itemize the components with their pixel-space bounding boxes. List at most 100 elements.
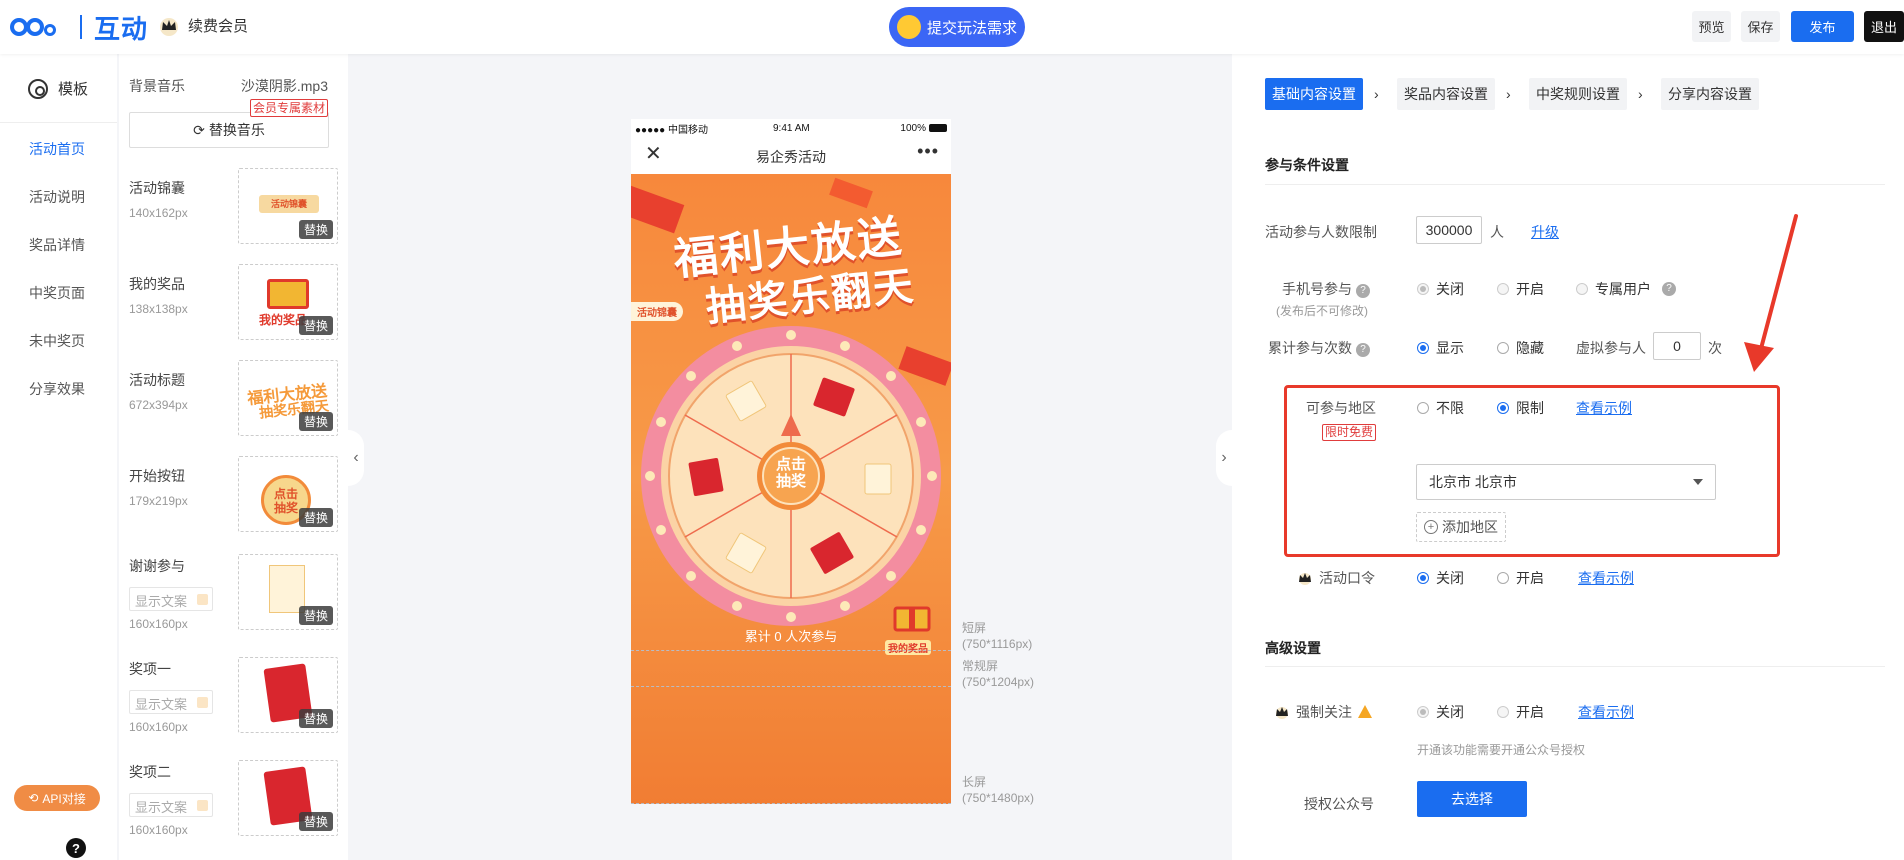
swap-button[interactable]: 替换 xyxy=(298,412,333,431)
help-icon[interactable]: ? xyxy=(66,838,86,858)
help-icon[interactable]: ? xyxy=(1662,282,1676,296)
step-win-rules[interactable]: 中奖规则设置 xyxy=(1529,78,1627,110)
tips-tag[interactable]: 活动锦囊 xyxy=(631,302,683,321)
gift-box-image xyxy=(267,279,309,309)
region-unlimited-radio[interactable]: 不限 xyxy=(1417,398,1464,418)
radio-dot-icon xyxy=(1497,402,1509,414)
phone-participation-note: (发布后不可修改) xyxy=(1276,304,1368,318)
step-arrow-icon: › xyxy=(1374,86,1379,102)
participant-limit-input[interactable]: 300000 xyxy=(1416,216,1482,244)
api-button[interactable]: ⟲ API对接 xyxy=(14,785,100,811)
radio-dot-icon xyxy=(1576,283,1588,295)
upgrade-link[interactable]: 升级 xyxy=(1531,222,1559,242)
resource-thumbnail[interactable]: 替换 xyxy=(238,657,338,733)
nav-item-home[interactable]: 活动首页 xyxy=(29,139,85,159)
swap-button[interactable]: 替换 xyxy=(298,316,333,335)
swap-button[interactable]: 替换 xyxy=(298,220,333,239)
swap-button[interactable]: 替换 xyxy=(298,606,333,625)
radio-label: 关闭 xyxy=(1436,704,1464,720)
long-screen-label: 长屏 (750*1480px) xyxy=(962,774,1034,806)
activity-canvas[interactable]: 福利大放送 抽奖乐翻天 活动锦囊 点击 抽奖 我的奖品 累计 0 人次参与 xyxy=(631,174,951,804)
resource-thumbnail[interactable]: 活动锦囊 替换 xyxy=(238,168,338,244)
password-close-radio[interactable]: 关闭 xyxy=(1417,568,1464,588)
bgm-filename: 沙漠阴影.mp3 xyxy=(240,78,328,94)
count-show-radio[interactable]: 显示 xyxy=(1417,338,1464,358)
radio-dot-icon xyxy=(1417,342,1429,354)
virtual-participants-input[interactable]: 0 xyxy=(1653,332,1701,360)
follow-note: 开通该功能需要开通公众号授权 xyxy=(1417,743,1586,757)
participant-limit-label: 活动参与人数限制 xyxy=(1265,224,1377,240)
swap-button[interactable]: 替换 xyxy=(298,508,333,527)
radio-label: 开启 xyxy=(1516,704,1544,720)
resource-thumbnail[interactable]: 替换 xyxy=(238,760,338,836)
refresh-icon: ⟳ xyxy=(193,121,205,138)
start-draw-button[interactable]: 点击 抽奖 xyxy=(769,456,813,490)
short-screen-guide xyxy=(631,650,951,651)
replace-music-button[interactable]: ⟳ 替换音乐 xyxy=(129,112,329,148)
radio-label: 限制 xyxy=(1516,400,1544,416)
resource-thumbnail[interactable]: 替换 xyxy=(238,554,338,630)
collapse-right-panel-button[interactable]: › xyxy=(1216,430,1232,486)
nav-template[interactable]: 模板 xyxy=(28,78,88,99)
add-region-button[interactable]: + 添加地区 xyxy=(1416,512,1506,542)
swap-button[interactable]: 替换 xyxy=(298,709,333,728)
step-basic-content[interactable]: 基础内容设置 xyxy=(1265,78,1363,110)
more-icon[interactable]: ••• xyxy=(917,141,939,162)
nav-item-description[interactable]: 活动说明 xyxy=(29,187,85,207)
section-divider xyxy=(1265,666,1885,667)
nav-item-prize-details[interactable]: 奖品详情 xyxy=(29,235,85,255)
follow-close-radio[interactable]: 关闭 xyxy=(1417,702,1464,722)
collapse-left-panel-button[interactable]: ‹ xyxy=(348,430,364,486)
region-select[interactable]: 北京市 北京市 xyxy=(1416,464,1716,500)
step-prize-content[interactable]: 奖品内容设置 xyxy=(1397,78,1495,110)
phone-preview: ●●●●● 中国移动 9:41 AM 100% ✕ 易企秀活动 ••• 福利大放… xyxy=(631,119,951,804)
logo[interactable]: 互动 xyxy=(10,12,148,44)
radio-label: 不限 xyxy=(1436,400,1464,416)
preview-button[interactable]: 预览 xyxy=(1692,11,1731,42)
nav-item-share[interactable]: 分享效果 xyxy=(29,379,85,399)
phone-open-radio[interactable]: 开启 xyxy=(1497,279,1544,299)
region-example-link[interactable]: 查看示例 xyxy=(1576,398,1632,418)
resource-thumbnail[interactable]: 我的奖品 替换 xyxy=(238,264,338,340)
bgm-label: 背景音乐 xyxy=(129,78,185,94)
submit-request-button[interactable]: 提交玩法需求 xyxy=(889,7,1025,47)
regular-screen-guide xyxy=(631,686,951,687)
resource-thumbnail[interactable]: 点击 抽奖 替换 xyxy=(238,456,338,532)
follow-open-radio[interactable]: 开启 xyxy=(1497,702,1544,722)
password-open-radio[interactable]: 开启 xyxy=(1497,568,1544,588)
choose-account-button[interactable]: 去选择 xyxy=(1417,781,1527,817)
save-button[interactable]: 保存 xyxy=(1741,11,1780,42)
region-limited-radio[interactable]: 限制 xyxy=(1497,398,1544,418)
nav-item-lose-page[interactable]: 未中奖页 xyxy=(29,331,85,351)
publish-button[interactable]: 发布 xyxy=(1791,11,1854,42)
follow-example-link[interactable]: 查看示例 xyxy=(1578,702,1634,722)
count-hide-radio[interactable]: 隐藏 xyxy=(1497,338,1544,358)
battery-icon xyxy=(929,124,947,132)
api-label: API对接 xyxy=(42,791,86,806)
resource-name: 奖项二 xyxy=(129,764,171,780)
display-text-input[interactable]: 显示文案 xyxy=(129,793,213,817)
resource-item-start-button: 开始按钮 179x219px 点击 抽奖 替换 xyxy=(129,456,338,536)
display-text-input[interactable]: 显示文案 xyxy=(129,690,213,714)
step-share-content[interactable]: 分享内容设置 xyxy=(1661,78,1759,110)
help-icon[interactable]: ? xyxy=(1356,284,1370,298)
resource-name: 活动锦囊 xyxy=(129,180,185,196)
help-icon[interactable]: ? xyxy=(1356,343,1370,357)
status-bar: ●●●●● 中国移动 9:41 AM 100% xyxy=(631,119,951,137)
display-text-input[interactable]: 显示文案 xyxy=(129,587,213,611)
resource-thumbnail[interactable]: 福利大放送 抽奖乐翻天 替换 xyxy=(238,360,338,436)
api-icon: ⟲ xyxy=(28,791,39,805)
radio-dot-icon xyxy=(1417,402,1429,414)
carrier: ●●●●● 中国移动 xyxy=(635,124,708,136)
phone-title: 易企秀活动 xyxy=(756,149,826,165)
screen-dims: (750*1204px) xyxy=(962,675,1035,689)
renew-membership[interactable]: 续费会员 xyxy=(158,15,248,36)
phone-exclusive-radio[interactable]: 专属用户? xyxy=(1576,279,1676,299)
nav-item-win-page[interactable]: 中奖页面 xyxy=(29,283,85,303)
password-example-link[interactable]: 查看示例 xyxy=(1578,568,1634,588)
swap-button[interactable]: 替换 xyxy=(298,812,333,831)
regular-screen-label: 常规屏 (750*1204px) xyxy=(962,658,1034,690)
phone-close-radio[interactable]: 关闭 xyxy=(1417,279,1464,299)
exit-button[interactable]: 退出 xyxy=(1864,11,1904,42)
section-title-advanced: 高级设置 xyxy=(1265,640,1321,656)
